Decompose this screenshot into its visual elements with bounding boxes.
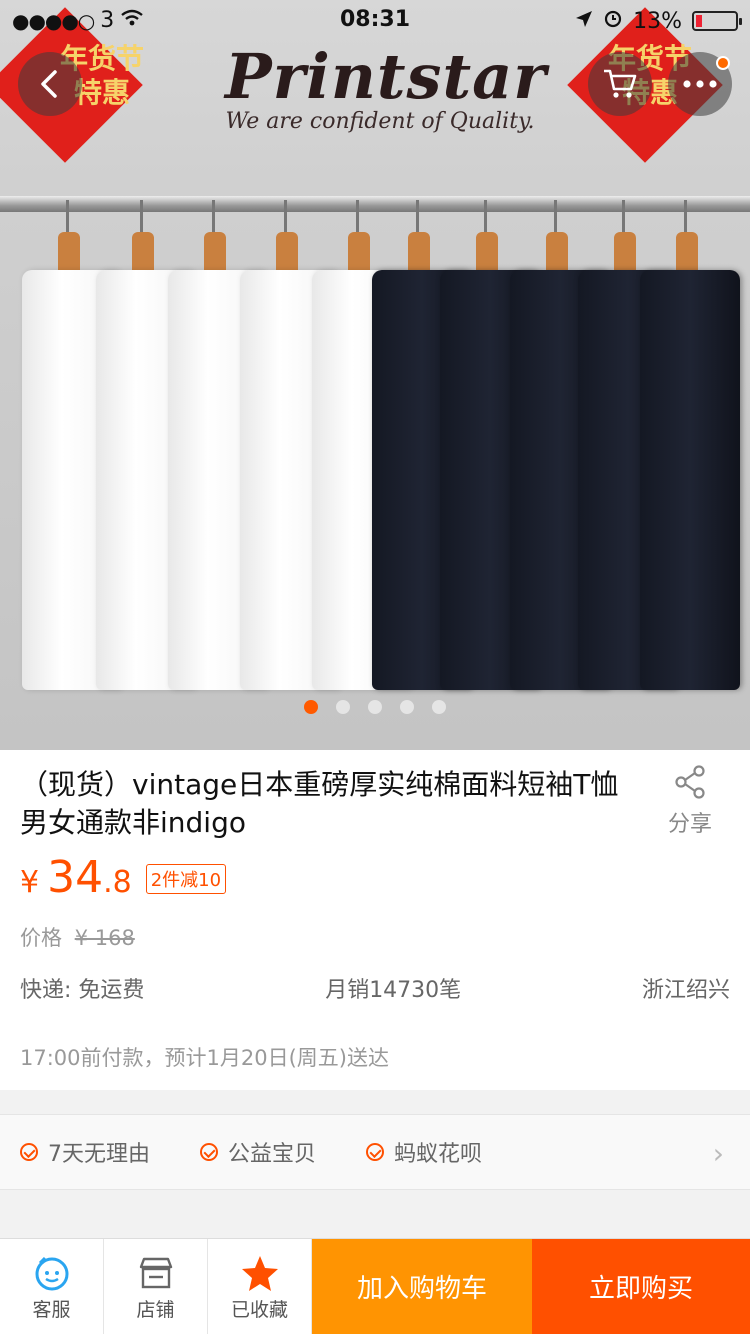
bottom-action-bar: 客服 店铺 已收藏 加入购物车 立即购买 [0,1238,750,1334]
product-info-card: （现货）vintage日本重磅厚实纯棉面料短袖T恤男女通款非indigo 分享 … [0,750,750,1090]
more-dots-icon [683,80,717,88]
carousel-dot[interactable] [400,700,414,714]
back-button[interactable] [18,52,82,116]
chevron-right-icon: › [712,1137,724,1170]
original-price: 价格 ¥ 168 [20,922,135,952]
carousel-indicator [0,700,750,714]
carousel-dot[interactable] [432,700,446,714]
share-label: 分享 [667,812,712,837]
guarantee-item: 蚂蚁花呗 [366,1136,482,1168]
share-icon [675,765,705,799]
location-arrow-icon [575,9,593,34]
customer-service-label: 客服 [32,1299,71,1321]
shipping-info: 快递: 免运费 [20,978,145,1003]
carousel-dot[interactable] [336,700,350,714]
guarantee-item: 公益宝贝 [200,1136,316,1168]
notification-dot [716,56,730,70]
star-icon [240,1251,280,1295]
carousel-dot-active[interactable] [304,700,318,714]
chat-face-icon [32,1251,72,1295]
currency-symbol: ¥ [20,865,40,900]
price: ¥ 34 .8 2件减10 [20,852,227,903]
promo-tag: 2件减10 [145,864,227,894]
customer-service-button[interactable]: 客服 [0,1239,104,1334]
product-image-carousel[interactable]: Printstar We are confident of Quality. 年… [0,0,750,750]
price-decimal: .8 [103,865,132,900]
check-circle-icon [366,1143,385,1161]
brand-logo: Printstar We are confident of Quality. [225,40,547,134]
guarantee-item: 7天无理由 [20,1136,150,1168]
share-button[interactable]: 分享 [650,764,730,838]
favorite-button[interactable]: 已收藏 [208,1239,312,1334]
shop-label: 店铺 [136,1299,175,1321]
carousel-dot[interactable] [368,700,382,714]
add-to-cart-button[interactable]: 加入购物车 [312,1239,532,1334]
shipping-sales-location: 快递: 免运费 月销14730笔 浙江绍兴 [20,972,730,1004]
original-price-label: 价格 [20,926,62,950]
monthly-sales: 月销14730笔 [325,978,462,1003]
product-title: （现货）vintage日本重磅厚实纯棉面料短袖T恤男女通款非indigo [20,768,619,839]
check-circle-icon [20,1143,38,1161]
shopping-cart-icon [604,69,637,98]
check-circle-icon [200,1143,218,1161]
ship-from-location: 浙江绍兴 [641,978,730,1003]
battery-icon [692,11,742,31]
battery-percent: 13% [633,8,682,34]
delivery-estimate: 17:00前付款，预计1月20日(周五)送达 [20,1046,389,1070]
shop-button[interactable]: 店铺 [104,1239,208,1334]
clothing-rail [0,196,750,212]
buy-now-button[interactable]: 立即购买 [532,1239,750,1334]
price-integer: 34 [47,852,104,903]
original-price-value: ¥ 168 [74,926,135,950]
chevron-left-icon [41,70,57,98]
status-bar: ●●●●○ 3 08:31 13% [0,0,750,40]
shop-icon [136,1251,176,1295]
alarm-icon [603,8,623,34]
cart-button[interactable] [588,52,652,116]
service-guarantees-row[interactable]: 7天无理由 公益宝贝 蚂蚁花呗 › [0,1114,750,1190]
favorite-label: 已收藏 [230,1299,288,1321]
